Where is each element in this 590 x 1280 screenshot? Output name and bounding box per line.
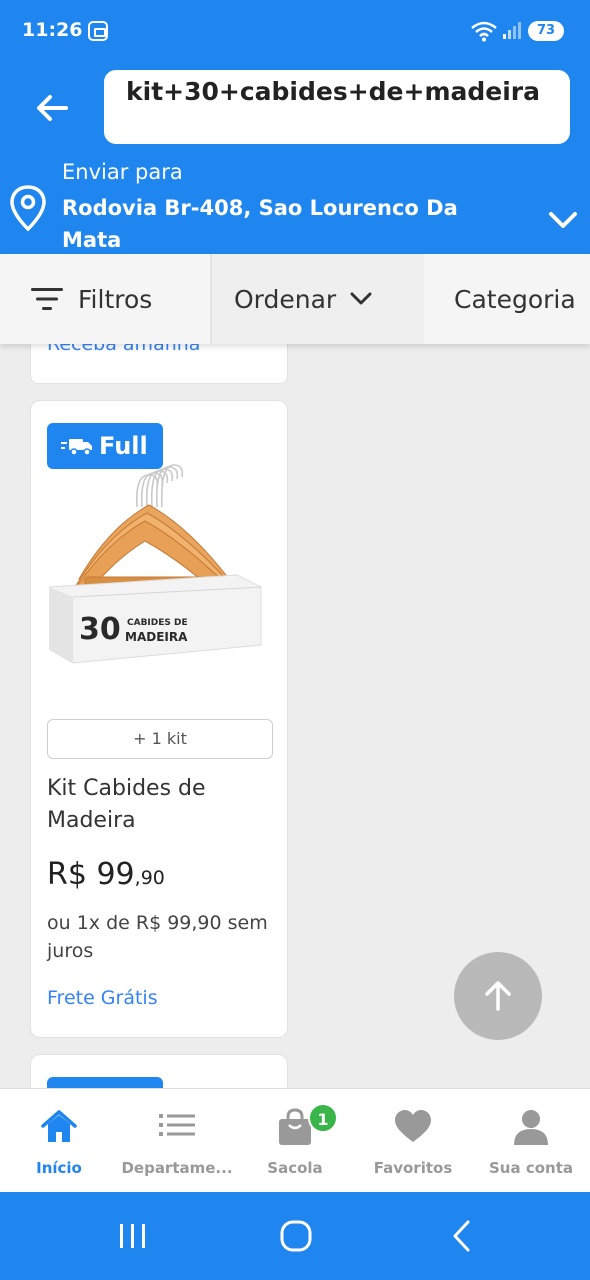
bottom-nav: Início Departame... 1 Sacola Favoritos S… — [0, 1088, 590, 1192]
battery-icon: 73 — [528, 21, 564, 41]
price-cents: ,90 — [134, 867, 165, 889]
nav-label-departments: Departame... — [121, 1159, 233, 1177]
product-title[interactable]: Kit Cabides de Madeira — [47, 773, 273, 837]
heart-icon — [395, 1110, 431, 1142]
installments-text: ou 1x de R$ 99,90 sem juros — [47, 912, 268, 962]
home-icon — [41, 1110, 77, 1142]
back-nav-icon[interactable] — [442, 1216, 482, 1256]
order-label: Ordenar — [234, 284, 337, 314]
full-badge: Full — [47, 423, 163, 469]
ship-to-label[interactable]: Enviar para — [62, 160, 183, 184]
screenshot-icon — [88, 21, 108, 41]
nav-label-favorites: Favoritos — [373, 1159, 453, 1177]
nav-item-bag[interactable]: 1 Sacola — [236, 1089, 354, 1193]
chevron-down-icon — [350, 292, 372, 305]
free-shipping-text: Frete Grátis — [47, 987, 158, 1009]
search-input[interactable]: kit+30+cabides+de+madeira — [104, 70, 570, 144]
ship-to-address[interactable]: Rodovia Br-408, Sao Lourenco Da Mata — [62, 192, 522, 256]
filters-label: Filtros — [78, 284, 153, 314]
cart-count-badge: 1 — [308, 1103, 338, 1133]
filter-icon — [31, 288, 63, 310]
home-button-icon[interactable] — [276, 1216, 316, 1256]
wifi-icon — [471, 21, 497, 42]
category-button[interactable]: Categoria — [430, 254, 590, 344]
nav-label-bag: Sacola — [267, 1159, 323, 1177]
nav-item-account[interactable]: Sua conta — [472, 1089, 590, 1193]
nav-item-home[interactable]: Início — [0, 1089, 118, 1193]
signal-icon — [503, 22, 521, 39]
recent-apps-icon[interactable] — [112, 1216, 152, 1256]
nav-item-favorites[interactable]: Favoritos — [354, 1089, 472, 1193]
filters-button[interactable]: Filtros — [0, 254, 210, 344]
header: kit+30+cabides+de+madeira Enviar para Ro… — [0, 62, 590, 254]
search-query-text: kit+30+cabides+de+madeira — [126, 77, 541, 106]
status-bar: 11:26 73 — [0, 0, 590, 62]
filter-bar: Filtros Ordenar Categoria — [0, 254, 590, 344]
location-pin-icon — [10, 185, 46, 232]
scroll-to-top-button[interactable] — [454, 952, 542, 1040]
user-icon — [514, 1110, 548, 1145]
product-image-number: 30 — [79, 612, 121, 647]
full-badge-label: Full — [99, 432, 148, 460]
nav-item-departments[interactable]: Departame... — [118, 1089, 236, 1193]
order-button[interactable]: Ordenar — [212, 254, 424, 344]
product-image-caption-2: MADEIRA — [125, 630, 188, 644]
truck-icon — [61, 439, 92, 456]
product-price: R$ 99,90 — [47, 857, 165, 892]
list-icon — [159, 1114, 195, 1136]
price-main: R$ 99 — [47, 857, 135, 892]
system-nav-bar — [0, 1192, 590, 1280]
back-arrow-icon[interactable] — [28, 84, 76, 132]
category-label: Categoria — [454, 284, 576, 314]
chevron-down-icon[interactable] — [546, 208, 580, 232]
nav-label-account: Sua conta — [489, 1159, 573, 1177]
variant-chip[interactable]: + 1 kit — [47, 719, 273, 759]
arrow-up-icon — [485, 981, 511, 1011]
status-time: 11:26 — [22, 19, 83, 41]
product-image[interactable]: 30 CABIDES DE MADEIRA — [49, 457, 271, 677]
nav-label-home: Início — [36, 1159, 82, 1177]
product-card[interactable]: Full 30 CABIDES DE MADEIRA + 1 kit Kit C… — [30, 400, 288, 1038]
product-image-caption-1: CABIDES DE — [127, 618, 188, 628]
